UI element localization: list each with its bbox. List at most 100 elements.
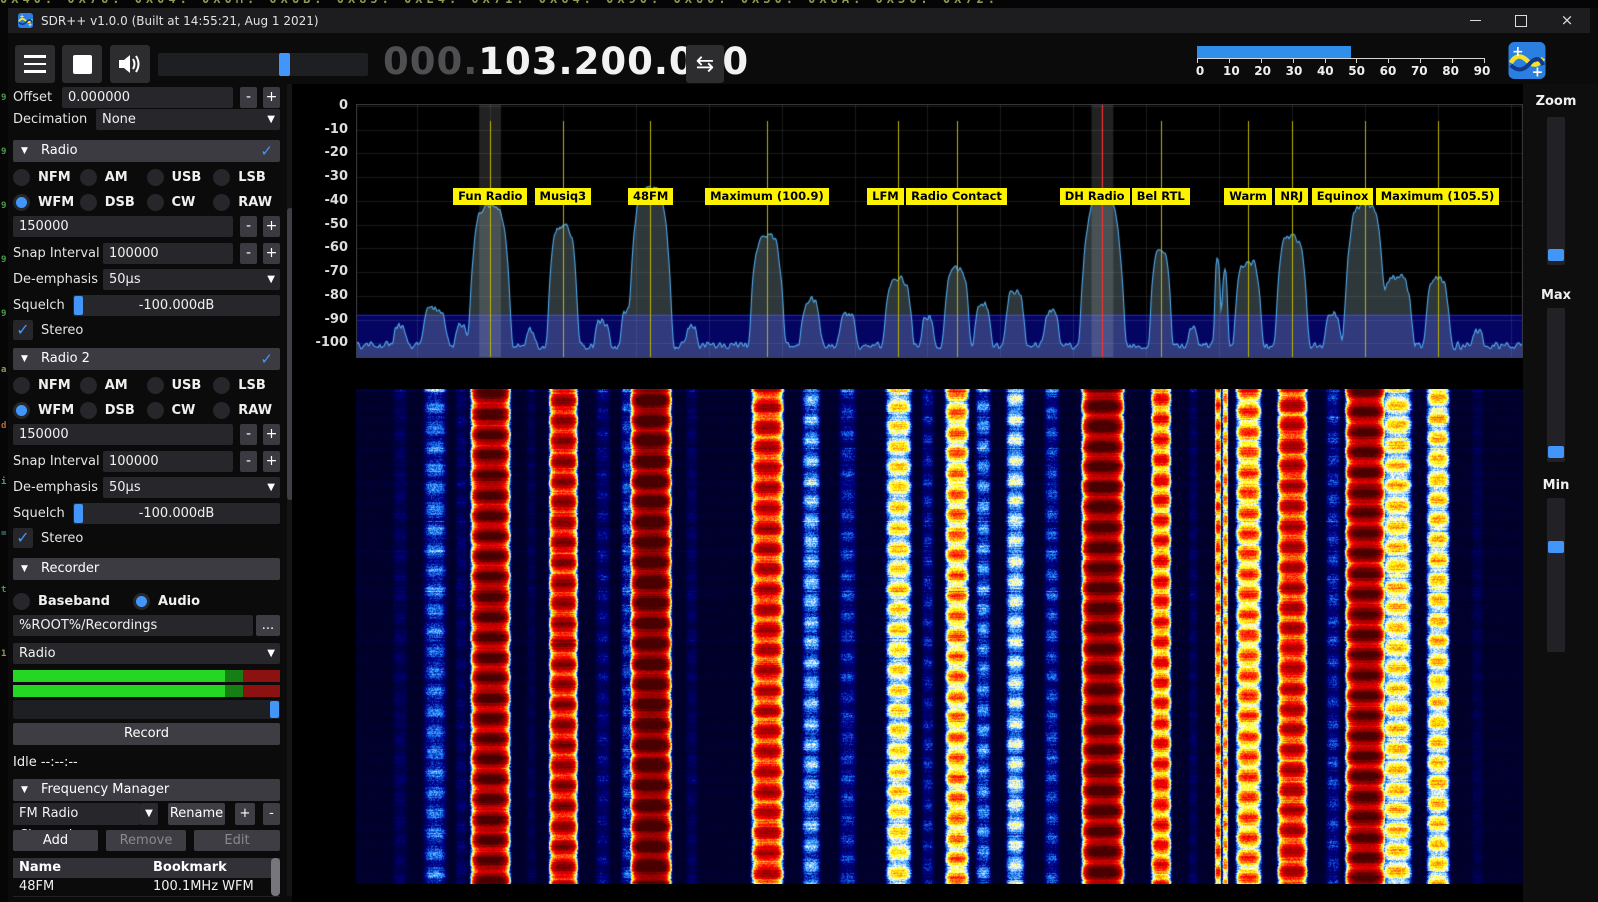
spectrum-plot[interactable] — [356, 104, 1523, 358]
mode-option-dsb[interactable]: DSB — [79, 191, 147, 213]
add-bookmark-button[interactable]: Add — [13, 830, 98, 851]
mode-option-cw[interactable]: CW — [146, 191, 214, 213]
volume-slider[interactable] — [158, 53, 368, 76]
mode-option-usb[interactable]: USB — [146, 166, 214, 188]
sdrpp-logo: + + — [1508, 42, 1546, 79]
table-row[interactable]: 48FM 100.1MHz WFM — [13, 878, 280, 897]
recorder-mode-baseband[interactable]: Baseband — [13, 590, 133, 612]
mode-label: LSB — [238, 377, 266, 393]
min-slider-handle[interactable] — [1548, 540, 1564, 553]
bookmark-label[interactable]: Warm — [1224, 188, 1272, 205]
radio2-mode-row1: NFM AM USB LSB — [13, 374, 280, 396]
record-button[interactable]: Record — [13, 723, 280, 745]
stereo-checkbox[interactable]: ✓ — [13, 528, 33, 548]
snap-minus-button[interactable]: - — [240, 243, 257, 264]
mode-option-nfm[interactable]: NFM — [13, 374, 80, 396]
bandwidth-plus-button[interactable]: + — [263, 216, 280, 237]
mode-option-raw[interactable]: RAW — [213, 191, 280, 213]
bookmark-label[interactable]: Maximum (105.5) — [1375, 188, 1500, 205]
module-enabled-checkbox[interactable]: ✓ — [260, 140, 273, 162]
bandwidth-plus-button[interactable]: + — [263, 424, 280, 445]
sidebar: Offset 0.000000 - + Decimation None ▼ ▼ R… — [13, 84, 280, 902]
mode-option-am[interactable]: AM — [79, 374, 147, 396]
mute-button[interactable] — [110, 45, 150, 83]
volume-slider-handle[interactable] — [279, 53, 291, 76]
table-scrollbar[interactable] — [271, 858, 280, 896]
max-slider-handle[interactable] — [1548, 445, 1564, 458]
radio-section-header[interactable]: ▼ Radio ✓ — [13, 140, 280, 162]
bandwidth-minus-button[interactable]: - — [240, 216, 257, 237]
bandwidth-input[interactable]: 150000 — [13, 424, 233, 445]
mode-option-am[interactable]: AM — [79, 166, 147, 188]
recorder-volume-slider[interactable] — [13, 700, 280, 719]
bookmark-label[interactable]: Bel RTL — [1131, 188, 1190, 205]
zoom-slider[interactable] — [1547, 117, 1565, 265]
source-swap-button[interactable]: ⇆ — [686, 45, 724, 83]
mode-option-lsb[interactable]: LSB — [213, 166, 280, 188]
snap-minus-button[interactable]: - — [240, 451, 257, 472]
snap-input[interactable]: 100000 — [103, 451, 233, 472]
bookmark-label[interactable]: Musiq3 — [534, 188, 592, 205]
snr-tick-label: 70 — [1410, 64, 1428, 78]
offset-plus-button[interactable]: + — [263, 87, 280, 108]
bookmark-label[interactable]: DH Radio — [1059, 188, 1130, 205]
module-enabled-checkbox[interactable]: ✓ — [260, 348, 273, 370]
deemphasis-dropdown[interactable]: 50µs ▼ — [103, 477, 280, 498]
bookmark-label[interactable]: Radio Contact — [906, 188, 1007, 205]
recorder-volume-handle[interactable] — [270, 701, 279, 718]
add-list-button[interactable]: + — [235, 803, 255, 825]
mode-option-lsb[interactable]: LSB — [213, 374, 280, 396]
freq-manager-section-header[interactable]: ▼ Frequency Manager — [13, 779, 280, 801]
offset-input[interactable]: 0.000000 — [62, 87, 233, 108]
mode-label: AM — [104, 169, 128, 185]
mode-label: USB — [171, 169, 202, 185]
recorder-mode-audio[interactable]: Audio — [133, 590, 253, 612]
squelch-slider[interactable]: -100.000dB — [73, 503, 280, 524]
mode-option-wfm[interactable]: WFM — [13, 191, 80, 213]
mode-option-raw[interactable]: RAW — [213, 399, 280, 421]
menu-button[interactable] — [15, 45, 55, 83]
channel-list-arrow-button[interactable]: ▼ — [140, 803, 158, 825]
deemphasis-dropdown[interactable]: 50µs ▼ — [103, 269, 280, 290]
radio-stereo-row: ✓ Stereo — [13, 320, 280, 341]
mode-option-dsb[interactable]: DSB — [79, 399, 147, 421]
maximize-button[interactable] — [1498, 8, 1544, 33]
bookmark-label[interactable]: NRJ — [1275, 188, 1309, 205]
speaker-icon — [119, 55, 140, 73]
recorder-section-header[interactable]: ▼ Recorder — [13, 558, 280, 580]
mode-option-usb[interactable]: USB — [146, 374, 214, 396]
snap-plus-button[interactable]: + — [263, 451, 280, 472]
edit-bookmark-button[interactable]: Edit — [194, 830, 280, 851]
squelch-slider[interactable]: -100.000dB — [73, 295, 280, 316]
browse-button[interactable]: ... — [256, 615, 280, 636]
mode-option-wfm[interactable]: WFM — [13, 399, 80, 421]
channel-list-dropdown[interactable]: FM Radio Channels — [13, 803, 140, 843]
max-slider[interactable] — [1547, 308, 1565, 462]
bandwidth-input[interactable]: 150000 — [13, 216, 233, 237]
mode-option-cw[interactable]: CW — [146, 399, 214, 421]
decimation-dropdown[interactable]: None ▼ — [96, 109, 280, 130]
bookmark-label[interactable]: 48FM — [627, 188, 674, 205]
offset-minus-button[interactable]: - — [240, 87, 257, 108]
bookmark-label[interactable]: LFM — [867, 188, 904, 205]
remove-list-button[interactable]: - — [263, 803, 280, 825]
remove-bookmark-button[interactable]: Remove — [106, 830, 186, 851]
bookmark-label[interactable]: Fun Radio — [453, 188, 528, 205]
min-slider[interactable] — [1547, 498, 1565, 652]
stream-dropdown[interactable]: Radio ▼ — [13, 643, 280, 664]
mode-option-nfm[interactable]: NFM — [13, 166, 80, 188]
bandwidth-minus-button[interactable]: - — [240, 424, 257, 445]
waterfall-display[interactable] — [356, 389, 1523, 884]
bookmark-label[interactable]: Equinox — [1311, 188, 1374, 205]
bookmark-label[interactable]: Maximum (100.9) — [705, 188, 829, 205]
stereo-checkbox[interactable]: ✓ — [13, 320, 33, 340]
rename-button[interactable]: Rename — [168, 803, 225, 825]
zoom-slider-handle[interactable] — [1548, 248, 1564, 261]
minimize-button[interactable] — [1452, 8, 1498, 33]
snap-plus-button[interactable]: + — [263, 243, 280, 264]
radio2-section-header[interactable]: ▼ Radio 2 ✓ — [13, 348, 280, 370]
stop-button[interactable] — [62, 45, 102, 83]
snap-input[interactable]: 100000 — [103, 243, 233, 264]
recordings-path-input[interactable]: %ROOT%/Recordings — [13, 615, 253, 636]
close-button[interactable]: × — [1544, 8, 1590, 33]
